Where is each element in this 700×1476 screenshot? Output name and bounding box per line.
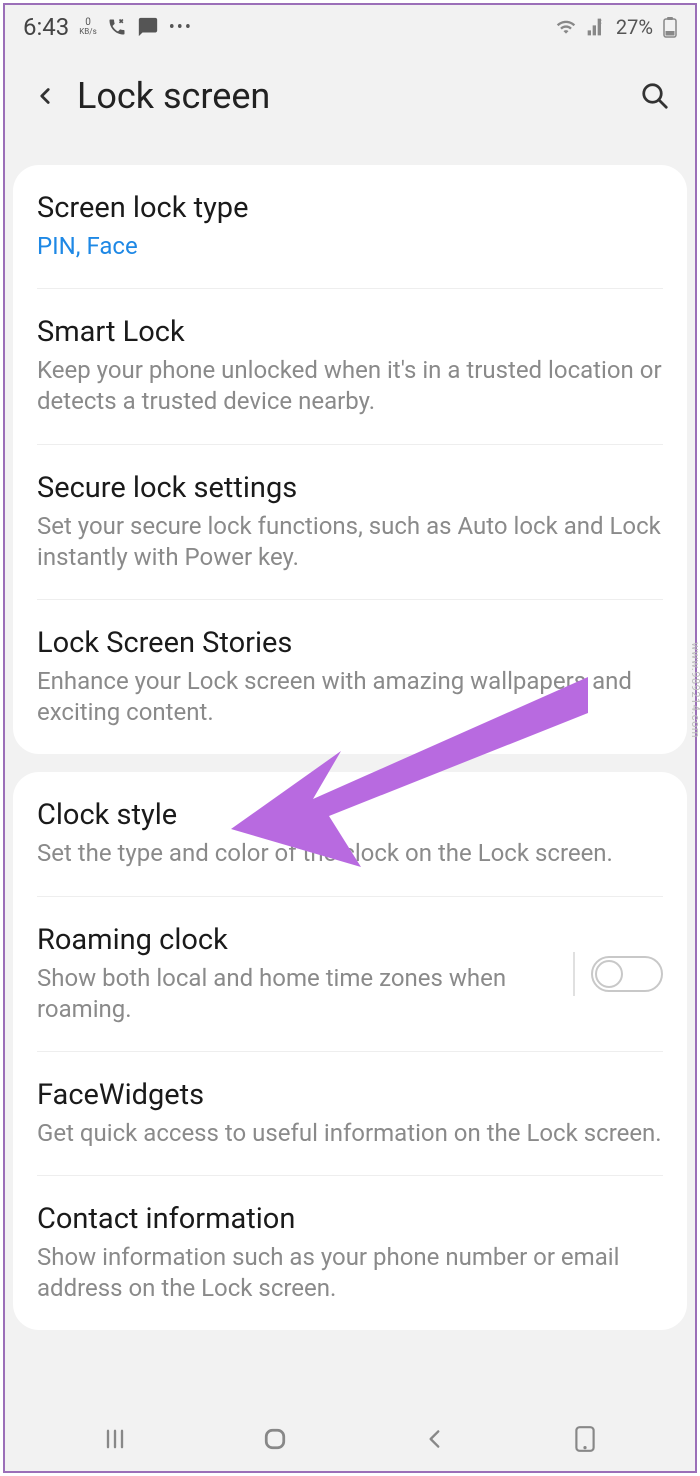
row-subtitle: Get quick access to useful information o… bbox=[37, 1118, 663, 1149]
row-subtitle: PIN, Face bbox=[37, 231, 663, 262]
row-subtitle: Show both local and home time zones when… bbox=[37, 963, 557, 1025]
settings-group-2: Clock style Set the type and color of th… bbox=[13, 772, 687, 1330]
screenshot-button[interactable] bbox=[561, 1415, 609, 1463]
status-network-speed: 0 KB/s bbox=[79, 18, 96, 36]
page-header: Lock screen bbox=[5, 49, 695, 165]
status-bar: 6:43 0 KB/s ••• R 27% bbox=[5, 5, 695, 49]
call-icon bbox=[107, 17, 127, 37]
row-title: Screen lock type bbox=[37, 191, 663, 225]
settings-group-1: Screen lock type PIN, Face Smart Lock Ke… bbox=[13, 165, 687, 754]
row-title: FaceWidgets bbox=[37, 1078, 663, 1112]
signal-icon: R bbox=[586, 17, 606, 37]
message-icon bbox=[137, 16, 159, 38]
row-subtitle: Enhance your Lock screen with amazing wa… bbox=[37, 666, 663, 728]
row-subtitle: Show information such as your phone numb… bbox=[37, 1242, 663, 1304]
battery-icon bbox=[663, 16, 677, 38]
row-contact-information[interactable]: Contact information Show information suc… bbox=[37, 1176, 663, 1330]
row-title: Clock style bbox=[37, 798, 663, 832]
row-secure-lock-settings[interactable]: Secure lock settings Set your secure loc… bbox=[37, 445, 663, 600]
back-button[interactable] bbox=[27, 78, 63, 114]
row-roaming-clock[interactable]: Roaming clock Show both local and home t… bbox=[37, 897, 663, 1052]
toggle-divider bbox=[573, 952, 575, 996]
row-subtitle: Set the type and color of the clock on t… bbox=[37, 838, 663, 869]
battery-text: 27% bbox=[616, 15, 653, 39]
search-button[interactable] bbox=[637, 78, 673, 114]
toggle-knob bbox=[595, 960, 623, 988]
row-lock-screen-stories[interactable]: Lock Screen Stories Enhance your Lock sc… bbox=[37, 600, 663, 754]
svg-text:R: R bbox=[598, 18, 602, 26]
roaming-clock-toggle[interactable] bbox=[591, 956, 663, 992]
recents-button[interactable] bbox=[91, 1415, 139, 1463]
watermark: www.989214.com bbox=[690, 642, 700, 738]
row-clock-style[interactable]: Clock style Set the type and color of th… bbox=[37, 772, 663, 896]
wifi-icon bbox=[556, 17, 576, 37]
nav-back-button[interactable] bbox=[411, 1415, 459, 1463]
row-title: Roaming clock bbox=[37, 923, 557, 957]
more-icon: ••• bbox=[169, 17, 193, 38]
navigation-bar bbox=[5, 1407, 695, 1471]
row-subtitle: Set your secure lock functions, such as … bbox=[37, 511, 663, 573]
row-title: Lock Screen Stories bbox=[37, 626, 663, 660]
status-time: 6:43 bbox=[23, 13, 69, 41]
page-title: Lock screen bbox=[77, 75, 637, 117]
row-smart-lock[interactable]: Smart Lock Keep your phone unlocked when… bbox=[37, 289, 663, 444]
row-title: Contact information bbox=[37, 1202, 663, 1236]
row-title: Secure lock settings bbox=[37, 471, 663, 505]
home-button[interactable] bbox=[251, 1415, 299, 1463]
row-screen-lock-type[interactable]: Screen lock type PIN, Face bbox=[37, 165, 663, 289]
row-facewidgets[interactable]: FaceWidgets Get quick access to useful i… bbox=[37, 1052, 663, 1176]
row-subtitle: Keep your phone unlocked when it's in a … bbox=[37, 355, 663, 417]
row-title: Smart Lock bbox=[37, 315, 663, 349]
